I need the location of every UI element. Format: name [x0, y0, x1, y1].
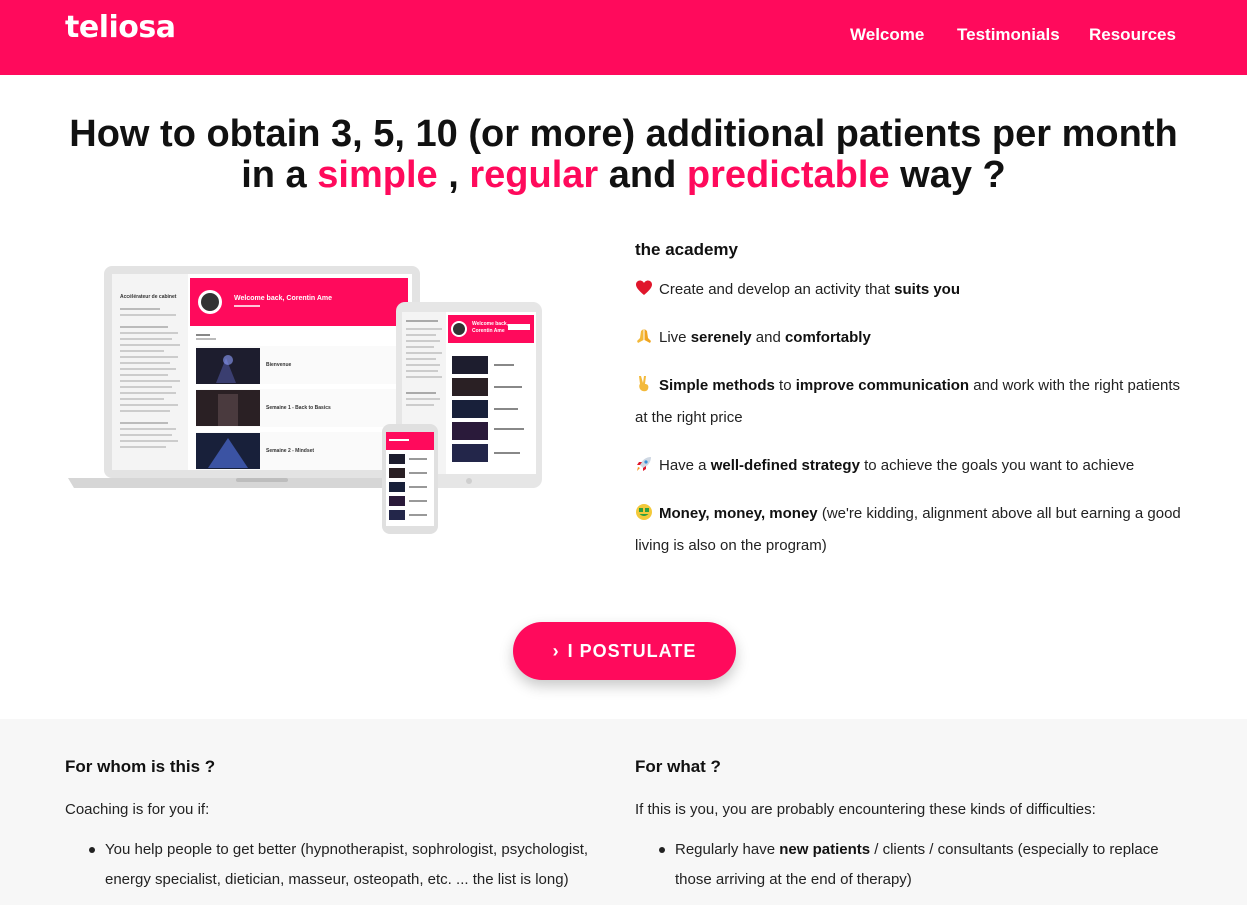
tablet-welcome-line-1: Welcome back, — [472, 321, 509, 327]
list-item-text: Regularly have — [675, 841, 776, 858]
headline-text: way ? — [900, 154, 1006, 196]
top-header: teliosa Welcome Testimonials Resources — [0, 0, 1247, 75]
headline-text: in a — [241, 154, 307, 196]
page-title: How to obtain 3, 5, 10 (or more) additio… — [0, 114, 1247, 196]
for-what-intro: If this is you, you are probably encount… — [635, 801, 1096, 818]
feature-bold: serenely — [690, 329, 752, 346]
mockup-row-3: Semaine 2 - Mindset — [266, 448, 314, 454]
feature-bold: Money, money, money — [659, 505, 818, 522]
nav-testimonials[interactable]: Testimonials — [957, 25, 1060, 45]
feature-item: Have a well-defined strategy to achieve … — [635, 450, 1195, 482]
pray-icon — [637, 329, 651, 343]
feature-text: to achieve the goals you want to achieve — [864, 457, 1135, 474]
for-what-title: For what ? — [635, 757, 721, 776]
for-whom-list: You help people to get better (hypnother… — [65, 835, 625, 895]
headline-highlight-regular: regular — [469, 154, 599, 196]
device-mockups-image: Accélérateur de cabinet Welcome back, Co… — [68, 266, 542, 534]
feature-item: Live serenely and comfortably — [635, 322, 1195, 354]
mockup-row-1: Bienvenue — [266, 362, 292, 368]
postulate-button[interactable]: › I POSTULATE — [513, 622, 736, 680]
academy-title: the academy — [635, 240, 738, 259]
nav-resources[interactable]: Resources — [1089, 25, 1176, 45]
mockup-sidebar-title: Accélérateur de cabinet — [120, 294, 177, 300]
feature-text: Create and develop an activity that — [659, 281, 890, 298]
for-what-column: For what ? If this is you, you are proba… — [635, 757, 1195, 895]
feature-bold: well-defined strategy — [710, 457, 860, 474]
for-what-list: Regularly have new patients / clients / … — [635, 835, 1195, 895]
headline-text: and — [608, 154, 677, 196]
tablet-welcome-line-2: Corentin Ame — [472, 328, 505, 334]
headline-line-1: How to obtain 3, 5, 10 (or more) additio… — [69, 113, 1178, 155]
feature-text: and — [755, 329, 781, 346]
chevron-right-icon: › — [552, 640, 560, 661]
list-item-bold: new patients — [779, 841, 871, 858]
mockup-row-2: Semaine 1 - Back to Basics — [266, 405, 331, 411]
feature-bold: Simple methods — [659, 377, 775, 394]
feature-item: Create and develop an activity that suit… — [635, 274, 1195, 306]
list-item: Regularly have new patients / clients / … — [635, 835, 1195, 895]
feature-bold: suits you — [894, 281, 961, 298]
feature-text: Live — [659, 329, 687, 346]
postulate-button-label: I POSTULATE — [567, 640, 697, 661]
for-whom-title: For whom is this ? — [65, 757, 216, 776]
rocket-icon — [637, 457, 651, 471]
feature-item: Simple methods to improve communication … — [635, 370, 1195, 434]
heart-icon — [636, 280, 652, 295]
headline-text: , — [448, 154, 459, 196]
headline-highlight-simple: simple — [317, 154, 438, 196]
feature-bold: improve communication — [795, 377, 970, 394]
headline-highlight-predictable: predictable — [686, 154, 890, 196]
list-item: You help people to get better (hypnother… — [65, 835, 625, 895]
feature-bold: comfortably — [784, 329, 871, 346]
feature-text: Have a — [659, 457, 707, 474]
nav-welcome[interactable]: Welcome — [850, 25, 924, 45]
mockup-welcome-text: Welcome back, Corentin Ame — [234, 295, 332, 302]
for-whom-column: For whom is this ? Coaching is for you i… — [65, 757, 625, 895]
money-face-icon — [636, 504, 652, 520]
feature-item: Money, money, money (we're kidding, alig… — [635, 498, 1195, 562]
info-section: For whom is this ? Coaching is for you i… — [0, 719, 1247, 905]
brand-logo[interactable]: teliosa — [65, 10, 176, 45]
for-whom-intro: Coaching is for you if: — [65, 801, 210, 818]
victory-hand-icon — [639, 376, 649, 392]
feature-text: to — [779, 377, 792, 394]
academy-features: the academy Create and develop an activi… — [635, 240, 1195, 578]
